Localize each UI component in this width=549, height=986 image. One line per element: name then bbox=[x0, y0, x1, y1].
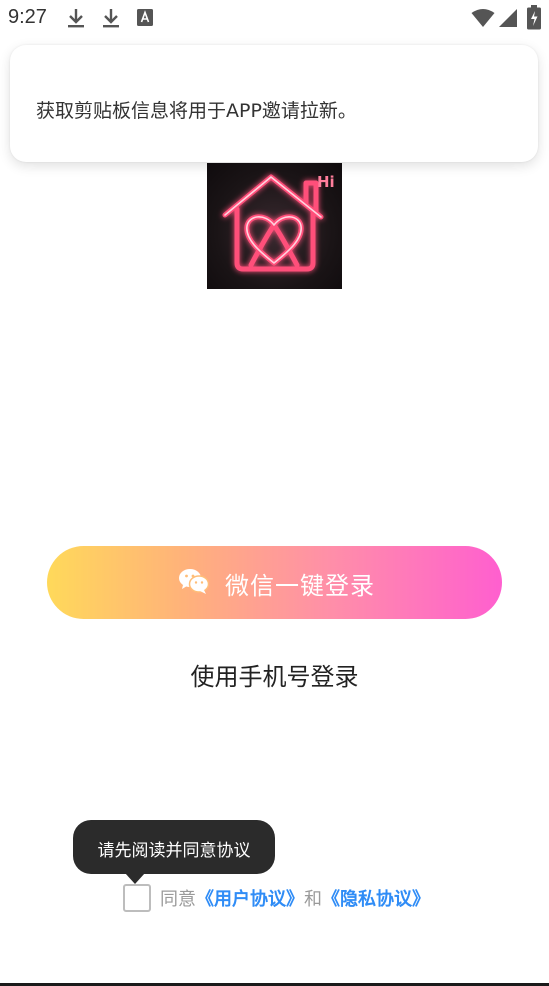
agreement-tooltip: 请先阅读并同意协议 bbox=[73, 820, 275, 874]
wechat-login-label: 微信一键登录 bbox=[225, 572, 375, 600]
status-time: 9:27 bbox=[8, 6, 47, 28]
user-agreement-link[interactable]: 《用户协议》 bbox=[196, 889, 304, 910]
status-bar: 9:27 bbox=[0, 0, 549, 36]
toast-message: 获取剪贴板信息将用于APP邀请拉新。 bbox=[36, 100, 357, 122]
clipboard-toast: 获取剪贴板信息将用于APP邀请拉新。 bbox=[10, 45, 538, 162]
cellular-signal-icon bbox=[499, 9, 517, 27]
download-icon bbox=[68, 9, 84, 28]
wechat-icon bbox=[179, 569, 209, 594]
wechat-login-button[interactable]: 微信一键登录 bbox=[47, 546, 502, 619]
app-logo: Hi bbox=[207, 163, 342, 289]
logo-badge-text: Hi bbox=[317, 173, 335, 191]
tooltip-text: 请先阅读并同意协议 bbox=[97, 841, 251, 861]
agreement-prefix: 同意 bbox=[160, 889, 196, 910]
agreement-checkbox[interactable] bbox=[123, 884, 151, 912]
phone-login-button[interactable]: 使用手机号登录 bbox=[0, 657, 549, 692]
battery-charging-icon bbox=[527, 5, 541, 30]
agreement-text: 同意《用户协议》和《隐私协议》 bbox=[160, 885, 430, 911]
font-a-icon bbox=[137, 9, 153, 26]
neon-heart-house-icon: Hi bbox=[222, 173, 335, 272]
tooltip-arrow bbox=[125, 873, 145, 884]
wifi-icon bbox=[471, 9, 495, 27]
download-icon bbox=[103, 9, 119, 28]
agreement-conjunction: 和 bbox=[304, 889, 322, 910]
privacy-policy-link[interactable]: 《隐私协议》 bbox=[322, 889, 430, 910]
